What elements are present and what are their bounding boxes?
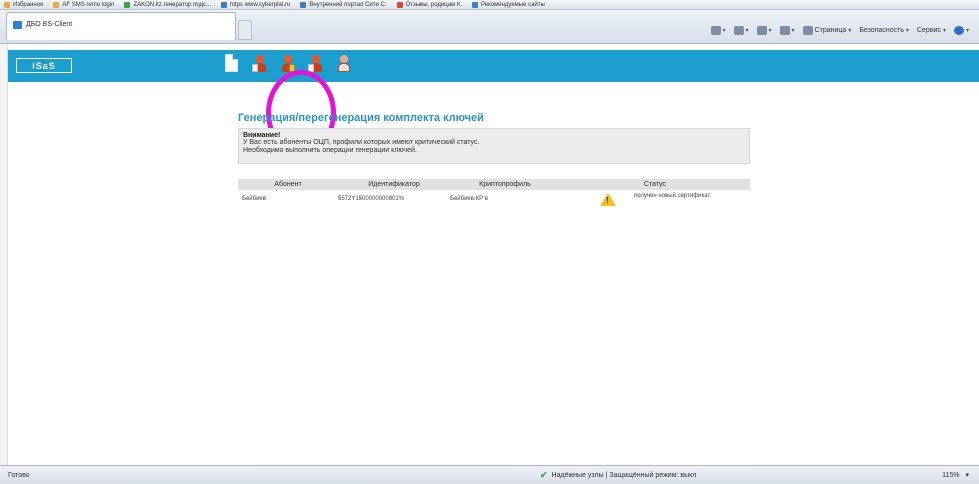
favorite-item[interactable]: Рекомендуемые сайты: [472, 1, 545, 8]
favorites-bar: Избранное AF SMS remo login ZAKON.kz ген…: [0, 0, 979, 10]
warning-line: Необходимо выполнить операции генерации …: [243, 147, 417, 154]
favorite-item[interactable]: AF SMS remo login: [53, 1, 114, 8]
table-row[interactable]: Бейбиев 5572Y1500000000801% Бейбиев.КР в…: [238, 190, 750, 214]
feeds-icon: [733, 26, 744, 35]
warning-title: Внимание!: [243, 132, 281, 139]
warning-box: Внимание! У Вас есть абоненты ОЦП, профи…: [238, 128, 750, 164]
favorite-item[interactable]: Внутренний портал Сити С.: [300, 1, 387, 8]
page-icon: [396, 1, 403, 8]
document-icon: [225, 54, 238, 72]
zoom-control[interactable]: 115% ▾: [942, 471, 969, 480]
status-text: получен новый сертификат: [634, 193, 711, 199]
cell-cryptoprofile: Бейбиев.КР в: [450, 196, 488, 202]
page-icon: [53, 1, 60, 8]
page-icon: [221, 1, 228, 8]
mail-icon: [756, 26, 767, 35]
column-header-subscriber[interactable]: Абонент: [238, 179, 338, 190]
favorite-item[interactable]: Избранное: [4, 1, 43, 8]
main-content: Генерация/перегенерация комплекта ключей…: [238, 112, 750, 214]
star-icon: [4, 1, 10, 8]
favorite-item[interactable]: Отзывы, родицам К.: [396, 1, 462, 8]
page-menu[interactable]: Страница ▾: [802, 26, 851, 35]
keys-table: Абонент Идентификатор Криптопрофиль Стат…: [238, 179, 750, 214]
tools-menu[interactable]: Сервис ▾: [917, 27, 946, 34]
browser-tab[interactable]: ДБО BS-Client: [6, 12, 236, 40]
user-keys-icon: [280, 54, 296, 74]
cell-identifier: 5572Y1500000000801%: [338, 196, 405, 202]
page-icon: [124, 1, 131, 8]
page-icon: [300, 1, 307, 8]
column-header-status[interactable]: Статус: [560, 179, 750, 190]
cell-subscriber: Бейбиев: [242, 196, 266, 202]
command-bar: ▾ ▾ ▾ ▾ Страница ▾ Безопасность ▾ Сервис ▾ …: [710, 26, 969, 35]
page-icon: [802, 26, 813, 35]
checkmark-icon: ✔: [540, 469, 548, 480]
favorite-item[interactable]: https www.cyberplat.ru: [221, 1, 290, 8]
zoom-level: 115%: [942, 471, 960, 479]
user-key-icon: [308, 54, 324, 74]
user-key-button[interactable]: [306, 52, 326, 76]
page-icon: [472, 1, 478, 8]
mail-button[interactable]: ▾: [756, 26, 772, 35]
user-certificate-icon: [252, 54, 268, 74]
page-title: Генерация/перегенерация комплекта ключей: [238, 112, 484, 124]
new-tab-button[interactable]: [238, 20, 252, 40]
feeds-button[interactable]: ▾: [733, 26, 749, 35]
help-menu[interactable]: ▾: [953, 26, 969, 35]
table-header-row: Абонент Идентификатор Криптопрофиль Стат…: [238, 179, 750, 190]
warning-line: У Вас есть абоненты ОЦП, профили которых…: [243, 139, 480, 146]
safety-menu[interactable]: Безопасность ▾: [859, 27, 909, 34]
user-certificate-button[interactable]: [250, 52, 270, 76]
site-favicon-icon: [13, 21, 22, 29]
cell-status: получен новый сертификат: [560, 190, 750, 214]
tab-title: ДБО BS-Client: [26, 21, 73, 28]
user-generate-keys-button[interactable]: [278, 52, 298, 76]
favorite-item[interactable]: ZAKON.kz генератор подс...: [124, 1, 211, 8]
column-header-cryptoprofile[interactable]: Криптопрофиль: [450, 179, 560, 190]
print-icon: [779, 26, 790, 35]
app-logo[interactable]: iSaS: [16, 58, 72, 73]
new-document-button[interactable]: [222, 52, 242, 76]
warning-icon: [600, 193, 616, 206]
status-text: Готово: [8, 471, 30, 479]
print-button[interactable]: ▾: [779, 26, 795, 35]
home-button[interactable]: ▾: [710, 26, 726, 35]
browser-tab-bar: ДБО BS-Client ▾ ▾ ▾ ▾ Страница ▾ Безопасн…: [0, 10, 979, 44]
app-toolbar: [222, 52, 354, 76]
left-edge: [0, 44, 8, 465]
user-plain-icon: [336, 54, 352, 74]
home-icon: [710, 26, 721, 35]
help-icon: [953, 26, 964, 35]
app-header: iSaS: [8, 50, 979, 156]
column-header-identifier[interactable]: Идентификатор: [338, 179, 450, 190]
security-zone[interactable]: ✔ Надёжные узлы | Защищённый режим: выкл: [540, 470, 696, 481]
chevron-down-icon: ▾: [965, 472, 969, 479]
browser-status-bar: Готово ✔ Надёжные узлы | Защищённый режи…: [0, 465, 979, 484]
user-settings-button[interactable]: [334, 52, 354, 76]
